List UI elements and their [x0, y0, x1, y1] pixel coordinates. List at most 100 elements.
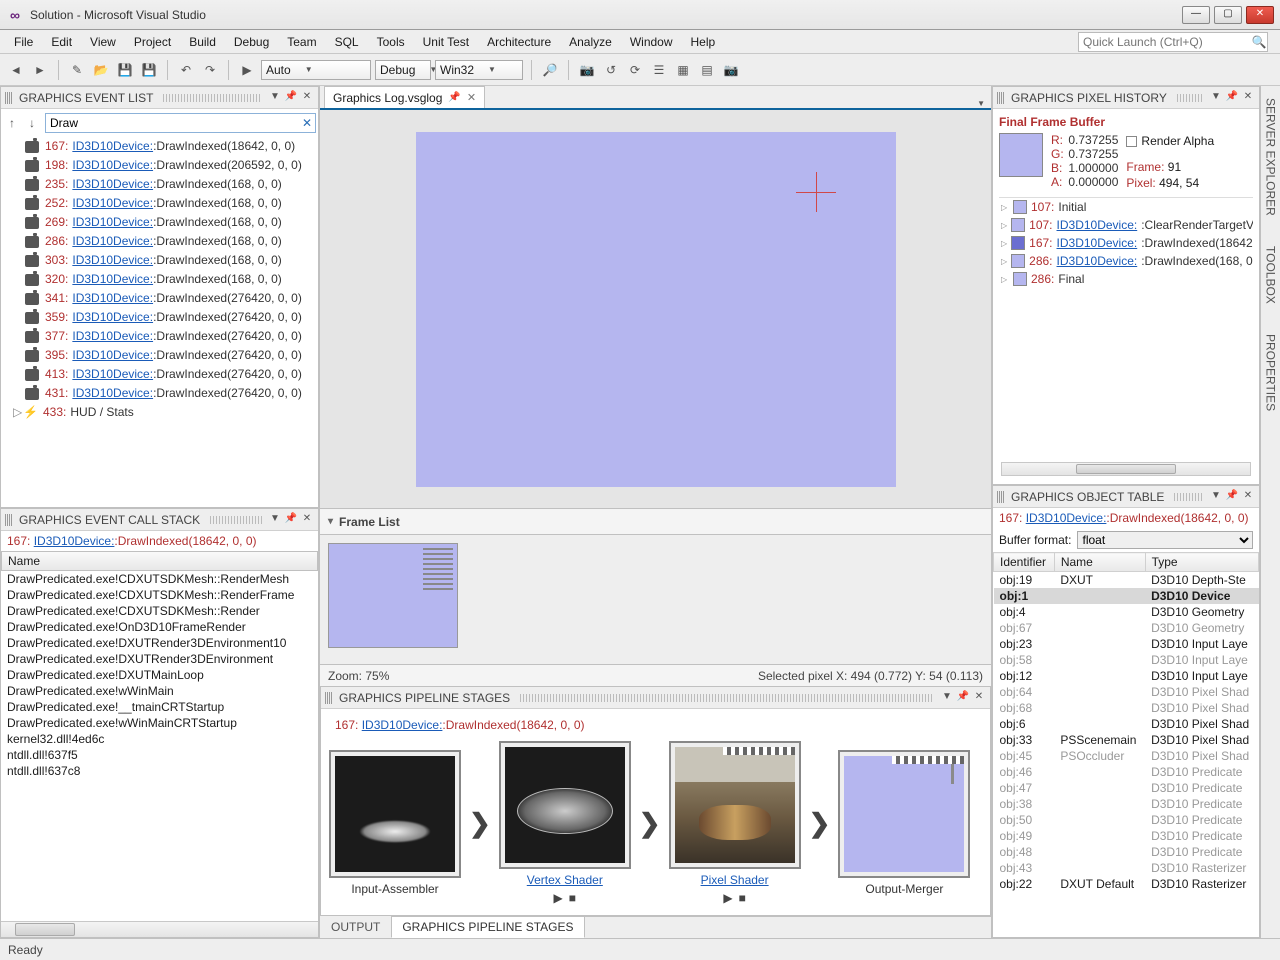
grid-icon[interactable]: ▦ — [673, 60, 693, 80]
sidetab-server-explorer[interactable]: SERVER EXPLORER — [1262, 92, 1280, 222]
h-scrollbar[interactable] — [1001, 462, 1251, 476]
menu-architecture[interactable]: Architecture — [479, 32, 559, 52]
device-link[interactable]: ID3D10Device: — [1057, 236, 1138, 250]
close-icon[interactable]: ✕ — [972, 691, 986, 705]
device-link[interactable]: ID3D10Device: — [72, 309, 153, 326]
event-row[interactable]: 359: ID3D10Device::DrawIndexed(276420, 0… — [1, 308, 318, 327]
callstack-row[interactable]: kernel32.dll!4ed6c — [1, 731, 318, 747]
pixel-history-row[interactable]: ▷286: ID3D10Device::DrawIndexed(168, 0, … — [999, 252, 1253, 270]
callstack-row[interactable]: ntdll.dll!637f5 — [1, 747, 318, 763]
device-link[interactable]: ID3D10Device: — [72, 366, 153, 383]
device-link[interactable]: ID3D10Device: — [72, 176, 153, 193]
open-icon[interactable]: 📂 — [91, 60, 111, 80]
device-link[interactable]: ID3D10Device: — [72, 195, 153, 212]
dropdown-icon[interactable]: ▼ — [1209, 490, 1223, 504]
device-link[interactable]: ID3D10Device: — [72, 138, 153, 155]
table-row[interactable]: obj:19DXUTD3D10 Depth-Ste — [994, 572, 1259, 589]
close-icon[interactable]: ✕ — [300, 91, 314, 105]
quick-launch[interactable]: 🔍 — [1078, 32, 1268, 52]
device-link[interactable]: ID3D10Device: — [72, 271, 153, 288]
menu-debug[interactable]: Debug — [226, 32, 277, 52]
table-row[interactable]: obj:48D3D10 Predicate — [994, 844, 1259, 860]
pixel-history-row[interactable]: ▷286: Final — [999, 270, 1253, 288]
nav-fwd-icon[interactable]: ► — [30, 60, 50, 80]
table-row[interactable]: obj:58D3D10 Input Laye — [994, 652, 1259, 668]
table-row[interactable]: obj:23D3D10 Input Laye — [994, 636, 1259, 652]
close-icon[interactable]: ✕ — [1241, 490, 1255, 504]
table-row[interactable]: obj:12D3D10 Input Laye — [994, 668, 1259, 684]
callstack-row[interactable]: ntdll.dll!637c8 — [1, 763, 318, 779]
undo-icon[interactable]: ↶ — [176, 60, 196, 80]
stage-vertex-shader[interactable]: Vertex Shader ▶■ — [499, 741, 631, 905]
save-icon[interactable]: 💾 — [115, 60, 135, 80]
device-link[interactable]: ID3D10Device: — [34, 534, 115, 548]
pin-icon[interactable]: 📌 — [284, 91, 298, 105]
stage-output-merger[interactable]: Output-Merger — [838, 750, 970, 896]
nav-back-icon[interactable]: ◄ — [6, 60, 26, 80]
play-icon[interactable]: ▶ — [723, 891, 732, 905]
table-row[interactable]: obj:4D3D10 Geometry — [994, 604, 1259, 620]
callstack-row[interactable]: DrawPredicated.exe!DXUTRender3DEnvironme… — [1, 651, 318, 667]
list-icon[interactable]: ☰ — [649, 60, 669, 80]
menu-window[interactable]: Window — [622, 32, 681, 52]
frame-list-header[interactable]: ▾ Frame List — [320, 508, 991, 534]
event-row[interactable]: 167: ID3D10Device::DrawIndexed(18642, 0,… — [1, 137, 318, 156]
tab-graphics-log[interactable]: Graphics Log.vsglog 📌 ✕ — [324, 86, 485, 108]
device-link[interactable]: ID3D10Device: — [72, 214, 153, 231]
callstack-column-header[interactable]: Name — [1, 551, 318, 571]
start-icon[interactable]: ▶ — [237, 60, 257, 80]
play-icon[interactable]: ▶ — [554, 891, 563, 905]
reset-icon[interactable]: ↺ — [601, 60, 621, 80]
table-row[interactable]: obj:64D3D10 Pixel Shad — [994, 684, 1259, 700]
table-icon[interactable]: ▤ — [697, 60, 717, 80]
column-header[interactable]: Identifier — [994, 553, 1055, 572]
menu-file[interactable]: File — [6, 32, 41, 52]
expand-icon[interactable]: ▷ — [1001, 257, 1007, 266]
close-icon[interactable]: ✕ — [300, 513, 314, 527]
buffer-format-select[interactable]: float — [1077, 531, 1253, 549]
save-all-icon[interactable]: 💾 — [139, 60, 159, 80]
event-row[interactable]: 303: ID3D10Device::DrawIndexed(168, 0, 0… — [1, 251, 318, 270]
callstack-row[interactable]: DrawPredicated.exe!wWinMain — [1, 683, 318, 699]
new-project-icon[interactable]: ✎ — [67, 60, 87, 80]
table-row[interactable]: obj:67D3D10 Geometry — [994, 620, 1259, 636]
h-scrollbar[interactable] — [1, 921, 318, 937]
device-link[interactable]: ID3D10Device: — [72, 157, 153, 174]
table-row[interactable]: obj:50D3D10 Predicate — [994, 812, 1259, 828]
table-row[interactable]: obj:38D3D10 Predicate — [994, 796, 1259, 812]
event-row[interactable]: 395: ID3D10Device::DrawIndexed(276420, 0… — [1, 346, 318, 365]
callstack-row[interactable]: DrawPredicated.exe!OnD3D10FrameRender — [1, 619, 318, 635]
table-row[interactable]: obj:49D3D10 Predicate — [994, 828, 1259, 844]
stop-icon[interactable]: ■ — [569, 891, 576, 905]
device-link[interactable]: ID3D10Device: — [1057, 218, 1138, 232]
clear-filter-icon[interactable]: ✕ — [300, 116, 314, 130]
callstack-row[interactable]: DrawPredicated.exe!CDXUTSDKMesh::RenderF… — [1, 587, 318, 603]
table-row[interactable]: obj:1D3D10 Device — [994, 588, 1259, 604]
device-link[interactable]: ID3D10Device: — [72, 385, 153, 402]
pixel-history-row[interactable]: ▷167: ID3D10Device::DrawIndexed(18642, 0… — [999, 234, 1253, 252]
pin-icon[interactable]: 📌 — [956, 691, 970, 705]
callstack-row[interactable]: DrawPredicated.exe!DXUTRender3DEnvironme… — [1, 635, 318, 651]
device-link[interactable]: ID3D10Device: — [1026, 511, 1107, 525]
history-icon[interactable]: ⟳ — [625, 60, 645, 80]
event-row[interactable]: 431: ID3D10Device::DrawIndexed(276420, 0… — [1, 384, 318, 403]
menu-view[interactable]: View — [82, 32, 124, 52]
sidetab-toolbox[interactable]: TOOLBOX — [1262, 240, 1280, 310]
callstack-row[interactable]: DrawPredicated.exe!CDXUTSDKMesh::RenderM… — [1, 571, 318, 587]
stage-pixel-shader[interactable]: Pixel Shader ▶■ — [669, 741, 801, 905]
event-row[interactable]: 413: ID3D10Device::DrawIndexed(276420, 0… — [1, 365, 318, 384]
expand-icon[interactable]: ▷ — [1001, 239, 1007, 248]
event-row[interactable]: 252: ID3D10Device::DrawIndexed(168, 0, 0… — [1, 194, 318, 213]
minimize-button[interactable]: — — [1182, 6, 1210, 24]
event-row[interactable]: 286: ID3D10Device::DrawIndexed(168, 0, 0… — [1, 232, 318, 251]
dropdown-icon[interactable]: ▼ — [268, 91, 282, 105]
table-row[interactable]: obj:45PSOccluderD3D10 Pixel Shad — [994, 748, 1259, 764]
pin-icon[interactable]: 📌 — [1225, 490, 1239, 504]
callstack-row[interactable]: DrawPredicated.exe!wWinMainCRTStartup — [1, 715, 318, 731]
dropdown-icon[interactable]: ▼ — [268, 513, 282, 527]
close-icon[interactable]: ✕ — [1241, 91, 1255, 105]
up-arrow-icon[interactable]: ↑ — [5, 116, 19, 130]
device-link[interactable]: ID3D10Device: — [72, 328, 153, 345]
dropdown-icon[interactable]: ▼ — [940, 691, 954, 705]
menu-team[interactable]: Team — [279, 32, 324, 52]
